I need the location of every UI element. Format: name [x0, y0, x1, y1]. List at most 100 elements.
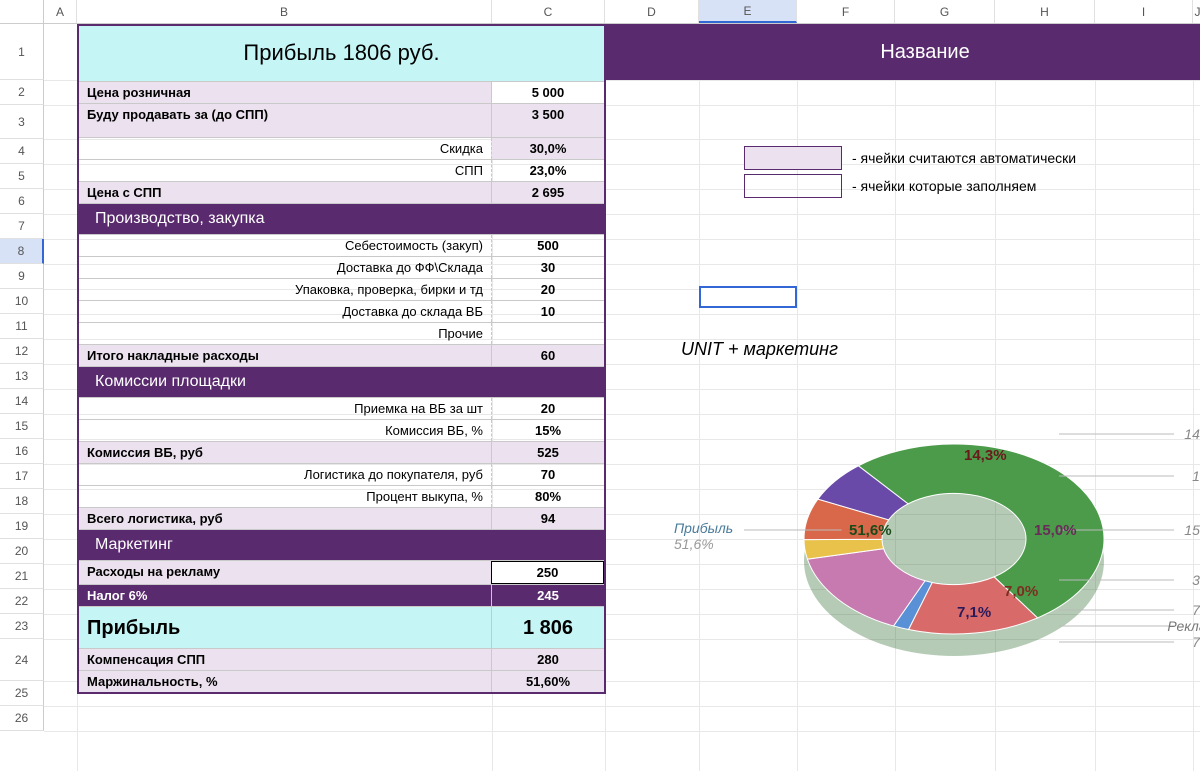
row-header-5[interactable]: 5 [0, 164, 44, 189]
col-header-F[interactable]: F [797, 0, 895, 23]
label-overhead[interactable]: Итого накладные расходы [79, 345, 491, 366]
col-header-E[interactable]: E [699, 0, 797, 23]
right-title-text: Название [880, 41, 969, 64]
label-packaging[interactable]: Упаковка, проверка, бирки и тд [79, 279, 491, 300]
row-header-1[interactable]: 1 [0, 24, 44, 80]
label-comp-spp[interactable]: Компенсация СПП [79, 649, 491, 670]
val-discount[interactable]: 30,0% [491, 138, 604, 159]
val-logistics[interactable]: 70 [491, 464, 604, 485]
col-header-H[interactable]: H [995, 0, 1095, 23]
label-cost[interactable]: Себестоимость (закуп) [79, 235, 491, 256]
col-header-J[interactable]: J [1193, 0, 1200, 23]
row-header-14[interactable]: 14 [0, 389, 44, 414]
val-delivery-ff[interactable]: 30 [491, 257, 604, 278]
val-packaging[interactable]: 20 [491, 279, 604, 300]
legend: - ячейки считаются автоматически - ячейк… [744, 144, 1076, 200]
val-buyout[interactable]: 80% [491, 486, 604, 507]
label-comm-pct[interactable]: Комиссия ВБ, % [79, 420, 491, 441]
val-delivery-wb[interactable]: 10 [491, 301, 604, 322]
row-header-16[interactable]: 16 [0, 439, 44, 464]
label-spp[interactable]: СПП [79, 160, 491, 181]
row-header-6[interactable]: 6 [0, 189, 44, 214]
val-retail[interactable]: 5 000 [491, 82, 604, 103]
col-header-A[interactable]: A [44, 0, 77, 23]
val-ads[interactable]: 250 [491, 561, 604, 584]
val-priemka[interactable]: 20 [491, 398, 604, 419]
row-header-21[interactable]: 21 [0, 564, 44, 589]
row-header-25[interactable]: 25 [0, 681, 44, 706]
label-logistics[interactable]: Логистика до покупателя, руб [79, 464, 491, 485]
chart-title: UNIT + маркетинг [681, 339, 838, 360]
active-cell[interactable] [699, 286, 797, 308]
row-header-10[interactable]: 10 [0, 289, 44, 314]
val-comm-pct[interactable]: 15% [491, 420, 604, 441]
title-cell[interactable]: Прибыль 1806 руб. [79, 26, 604, 81]
col-header-C[interactable]: C [492, 0, 605, 23]
section-commission[interactable]: Комиссии площадки [87, 371, 483, 393]
val-other[interactable] [491, 323, 604, 344]
row-header-9[interactable]: 9 [0, 264, 44, 289]
label-buyout[interactable]: Процент выкупа, % [79, 486, 491, 507]
spreadsheet: ABCDEFGHIJ 12345678910111213141516171819… [0, 0, 1200, 771]
col-header-I[interactable]: I [1095, 0, 1193, 23]
val-cost[interactable]: 500 [491, 235, 604, 256]
val-sell[interactable]: 3 500 [491, 104, 604, 137]
row-header-24[interactable]: 24 [0, 639, 44, 681]
label-log-total[interactable]: Всего логистика, руб [79, 508, 491, 529]
row-header-3[interactable]: 3 [0, 105, 44, 139]
calc-table[interactable]: Прибыль 1806 руб. Цена розничная 5 000 Б… [77, 24, 606, 694]
row-header-13[interactable]: 13 [0, 364, 44, 389]
slice-label-1: 14,3% [964, 447, 1007, 464]
val-margin[interactable]: 51,60% [491, 671, 604, 692]
val-overhead[interactable]: 60 [491, 345, 604, 366]
row-header-11[interactable]: 11 [0, 314, 44, 339]
row-header-26[interactable]: 26 [0, 706, 44, 731]
row-header-23[interactable]: 23 [0, 614, 44, 639]
row-header-7[interactable]: 7 [0, 214, 44, 239]
grid-area[interactable]: Название - ячейки считаются автоматическ… [44, 24, 1200, 771]
val-spp[interactable]: 23,0% [491, 160, 604, 181]
label-sell[interactable]: Буду продавать за (до СПП) [79, 104, 491, 137]
label-margin[interactable]: Маржинальность, % [79, 671, 491, 692]
val-tax[interactable]: 245 [491, 585, 604, 606]
row-numbers: 1234567891011121314151617181920212223242… [0, 24, 44, 771]
col-header-B[interactable]: B [77, 0, 492, 23]
right-title-cell[interactable]: Название [606, 24, 1200, 80]
label-priemka[interactable]: Приемка на ВБ за шт [79, 398, 491, 419]
row-header-19[interactable]: 19 [0, 514, 44, 539]
label-delivery-wb[interactable]: Доставка до склада ВБ [79, 301, 491, 322]
label-ads[interactable]: Расходы на рекламу [79, 561, 491, 584]
val-profit[interactable]: 1 806 [491, 607, 604, 648]
legend-auto-text: - ячейки считаются автоматически [852, 150, 1076, 166]
row-header-17[interactable]: 17 [0, 464, 44, 489]
outer-label-6: 7,1% [1192, 634, 1200, 650]
row-header-4[interactable]: 4 [0, 139, 44, 164]
side-label-val: 51,6% [674, 536, 714, 552]
row-header-8[interactable]: 8 [0, 239, 44, 264]
row-header-22[interactable]: 22 [0, 589, 44, 614]
val-price-spp[interactable]: 2 695 [491, 182, 604, 203]
label-delivery-ff[interactable]: Доставка до ФФ\Склада [79, 257, 491, 278]
row-header-12[interactable]: 12 [0, 339, 44, 364]
row-header-20[interactable]: 20 [0, 539, 44, 564]
row-header-15[interactable]: 15 [0, 414, 44, 439]
label-comm-rub[interactable]: Комиссия ВБ, руб [79, 442, 491, 463]
outer-label-4: 7,0% [1192, 602, 1200, 618]
row-header-2[interactable]: 2 [0, 80, 44, 105]
label-price-spp[interactable]: Цена с СПП [79, 182, 491, 203]
label-other[interactable]: Прочие [79, 323, 491, 344]
val-log-total[interactable]: 94 [491, 508, 604, 529]
col-header-G[interactable]: G [895, 0, 995, 23]
val-comm-rub[interactable]: 525 [491, 442, 604, 463]
section-marketing[interactable]: Маркетинг [87, 534, 483, 556]
val-comp-spp[interactable]: 280 [491, 649, 604, 670]
row-header-18[interactable]: 18 [0, 489, 44, 514]
col-header-D[interactable]: D [605, 0, 699, 23]
slice-label-5: 7,0% [1004, 583, 1038, 600]
label-tax[interactable]: Налог 6% [79, 585, 491, 606]
label-discount[interactable]: Скидка [79, 138, 491, 159]
outer-label-0: 14,3% [1184, 426, 1200, 442]
label-retail[interactable]: Цена розничная [79, 82, 491, 103]
section-production[interactable]: Производство, закупка [87, 208, 483, 230]
label-profit[interactable]: Прибыль [79, 607, 491, 648]
